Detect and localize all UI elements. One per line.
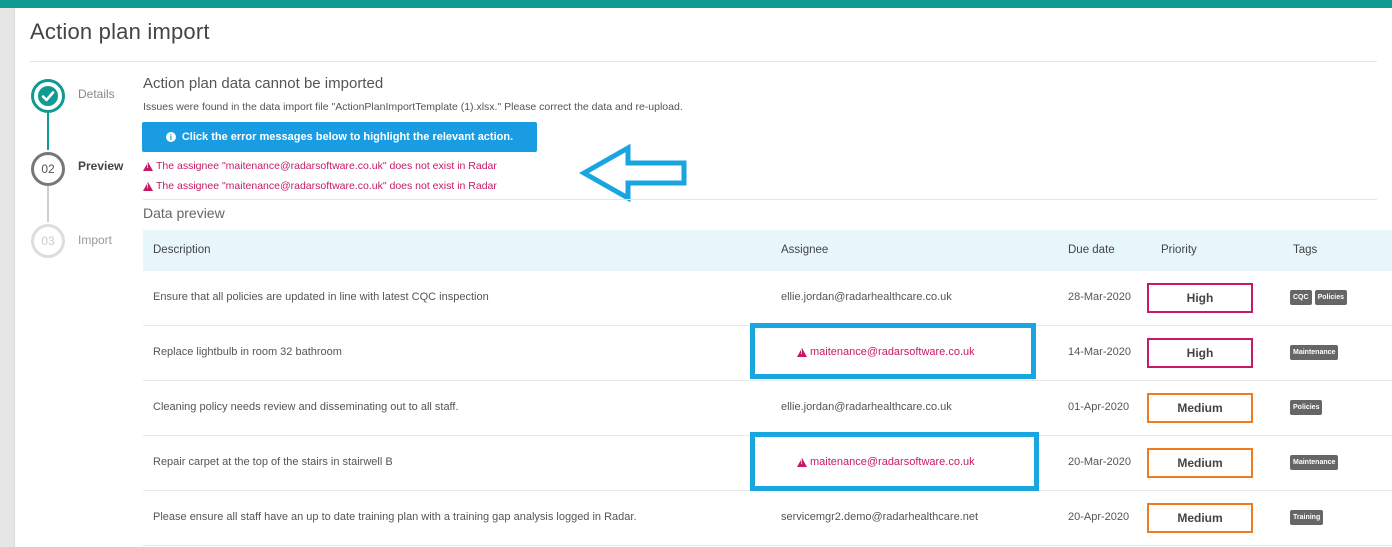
error-message[interactable]: The assignee "maitenance@radarsoftware.c…: [143, 160, 497, 172]
step-details-label[interactable]: Details: [78, 87, 115, 101]
table-row[interactable]: Ensure that all policies are updated in …: [143, 271, 1392, 326]
step-connector: [47, 113, 49, 150]
priority-badge: Medium: [1147, 503, 1253, 533]
page-title: Action plan import: [30, 19, 210, 44]
table-row[interactable]: Please ensure all staff have an up to da…: [143, 491, 1392, 546]
due-date-cell: 28-Mar-2020: [1068, 291, 1131, 303]
priority-badge: High: [1147, 338, 1253, 368]
tags-cell: CQC Policies: [1290, 290, 1348, 305]
column-header-priority: Priority: [1161, 244, 1197, 256]
tag-badge: Maintenance: [1290, 345, 1339, 360]
error-subtext: Issues were found in the data import fil…: [143, 101, 683, 113]
tags-cell: Maintenance: [1290, 345, 1339, 360]
column-header-due-date: Due date: [1068, 244, 1115, 256]
tag-badge: CQC: [1290, 290, 1312, 305]
left-strip: [0, 8, 15, 547]
tags-cell: Maintenance: [1290, 455, 1339, 470]
error-heading: Action plan data cannot be imported: [143, 75, 384, 92]
step-import-circle: 03: [31, 224, 65, 258]
section-divider: [143, 199, 1377, 200]
annotation-arrow-icon: [578, 144, 687, 202]
step-import-label: Import: [78, 233, 113, 247]
step-connector: [47, 186, 49, 222]
warning-icon: [143, 181, 153, 191]
description-cell: Cleaning policy needs review and dissemi…: [153, 401, 459, 413]
step-number: 02: [41, 162, 55, 176]
annotation-highlight-box: [750, 323, 1036, 379]
tags-cell: Policies: [1290, 400, 1323, 415]
due-date-cell: 01-Apr-2020: [1068, 401, 1130, 413]
description-cell: Repair carpet at the top of the stairs i…: [153, 456, 393, 468]
due-date-cell: 20-Mar-2020: [1068, 456, 1131, 468]
tag-badge: Policies: [1290, 400, 1323, 415]
step-details-circle[interactable]: [31, 79, 65, 113]
priority-badge: Medium: [1147, 393, 1253, 423]
title-divider: [30, 61, 1377, 62]
description-cell: Please ensure all staff have an up to da…: [153, 511, 637, 523]
column-header-tags: Tags: [1293, 244, 1318, 256]
column-header-assignee: Assignee: [781, 244, 829, 256]
info-icon: i: [165, 132, 176, 142]
assignee-cell: ellie.jordan@radarhealthcare.co.uk: [781, 291, 952, 303]
due-date-cell: 14-Mar-2020: [1068, 346, 1131, 358]
error-message-text: The assignee "maitenance@radarsoftware.c…: [156, 160, 497, 172]
info-button-label: Click the error messages below to highli…: [181, 131, 514, 143]
tags-cell: Training: [1290, 510, 1324, 525]
due-date-cell: 20-Apr-2020: [1068, 511, 1130, 523]
description-cell: Ensure that all policies are updated in …: [153, 291, 489, 303]
warning-icon: [143, 161, 153, 171]
error-message[interactable]: The assignee "maitenance@radarsoftware.c…: [143, 180, 497, 192]
table-row[interactable]: Cleaning policy needs review and dissemi…: [143, 381, 1392, 436]
assignee-cell: servicemgr2.demo@radarhealthcare.net: [781, 511, 979, 523]
step-preview-label[interactable]: Preview: [78, 159, 123, 173]
table-header: Description Assignee Due date Priority T…: [143, 230, 1392, 271]
priority-badge: Medium: [1147, 448, 1253, 478]
tag-badge: Training: [1290, 510, 1324, 525]
top-bar: [0, 0, 1392, 8]
tag-badge: Maintenance: [1290, 455, 1339, 470]
column-header-description: Description: [153, 244, 211, 256]
step-number: 03: [41, 234, 55, 248]
highlight-info-button[interactable]: i Click the error messages below to high…: [142, 122, 537, 152]
annotation-highlight-box: [750, 432, 1039, 491]
description-cell: Replace lightbulb in room 32 bathroom: [153, 346, 342, 358]
priority-badge: High: [1147, 283, 1253, 313]
check-icon: [38, 86, 58, 106]
tag-badge: Policies: [1314, 290, 1348, 305]
assignee-cell: ellie.jordan@radarhealthcare.co.uk: [781, 401, 952, 413]
error-message-text: The assignee "maitenance@radarsoftware.c…: [156, 180, 497, 192]
data-preview-title: Data preview: [143, 205, 225, 221]
step-preview-circle[interactable]: 02: [31, 152, 65, 186]
